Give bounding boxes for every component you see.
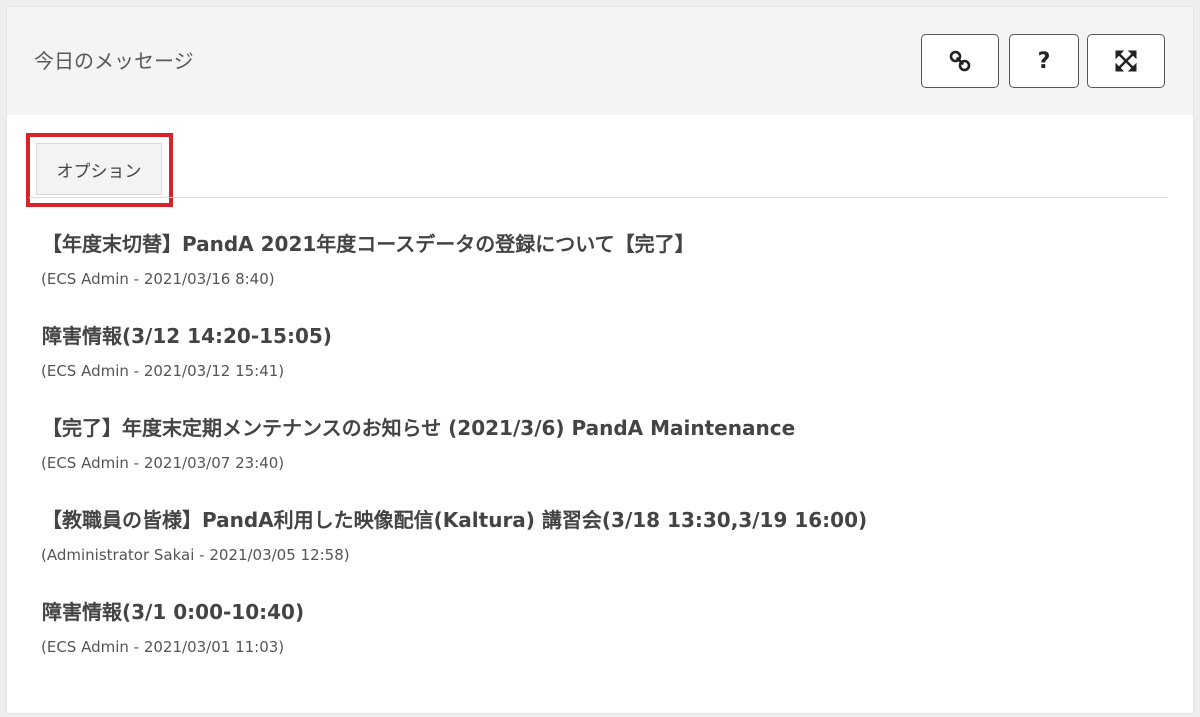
list-item: 障害情報(3/1 0:00-10:40) (ECS Admin - 2021/0… — [34, 589, 1164, 681]
panel-header: 今日のメッセージ ? — [7, 7, 1193, 115]
list-item: 【教職員の皆様】PandA利用した映像配信(Kaltura) 講習会(3/18 … — [34, 497, 1164, 589]
message-list: 【年度末切替】PandA 2021年度コースデータの登録について【完了】 (EC… — [34, 221, 1164, 681]
help-button[interactable]: ? — [1009, 34, 1079, 88]
list-item: 障害情報(3/12 14:20-15:05) (ECS Admin - 2021… — [34, 313, 1164, 405]
link-icon — [948, 49, 972, 73]
message-title[interactable]: 【教職員の皆様】PandA利用した映像配信(Kaltura) 講習会(3/18 … — [42, 505, 867, 535]
message-meta: (ECS Admin - 2021/03/16 8:40) — [41, 270, 275, 288]
message-title[interactable]: 【年度末切替】PandA 2021年度コースデータの登録について【完了】 — [42, 229, 695, 259]
message-title[interactable]: 【完了】年度末定期メンテナンスのお知らせ (2021/3/6) PandA Ma… — [42, 413, 795, 443]
message-meta: (Administrator Sakai - 2021/03/05 12:58) — [41, 546, 350, 564]
message-meta: (ECS Admin - 2021/03/07 23:40) — [41, 454, 285, 472]
message-meta: (ECS Admin - 2021/03/01 11:03) — [41, 638, 285, 656]
message-title[interactable]: 障害情報(3/1 0:00-10:40) — [42, 597, 304, 627]
list-item: 【完了】年度末定期メンテナンスのお知らせ (2021/3/6) PandA Ma… — [34, 405, 1164, 497]
list-item: 【年度末切替】PandA 2021年度コースデータの登録について【完了】 (EC… — [34, 221, 1164, 313]
message-title[interactable]: 障害情報(3/12 14:20-15:05) — [42, 321, 332, 351]
expand-icon — [1114, 49, 1138, 73]
options-button[interactable]: オプション — [36, 143, 162, 195]
expand-button[interactable] — [1087, 34, 1165, 88]
divider — [29, 197, 1167, 198]
motd-panel: 今日のメッセージ ? オプション 【年度末切替】PandA 2021年度コースデ… — [6, 6, 1194, 714]
link-button[interactable] — [921, 34, 999, 88]
panel-title: 今日のメッセージ — [34, 49, 194, 73]
message-meta: (ECS Admin - 2021/03/12 15:41) — [41, 362, 285, 380]
question-icon: ? — [1037, 48, 1051, 74]
